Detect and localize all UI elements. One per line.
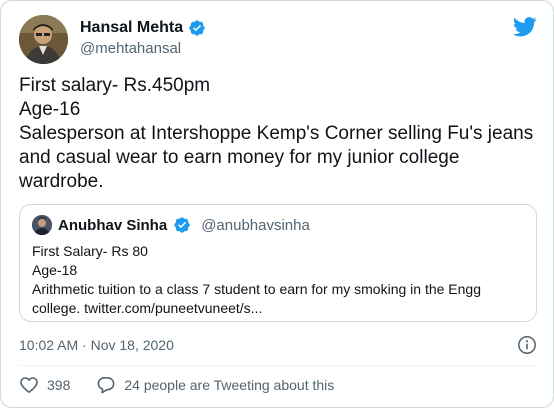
verified-badge-icon xyxy=(173,216,191,234)
author-name[interactable]: Hansal Mehta xyxy=(80,19,183,37)
quoted-author-name: Anubhav Sinha xyxy=(58,216,168,234)
tweet-line: wardrobe. xyxy=(19,171,104,192)
quoted-author-avatar xyxy=(32,215,52,235)
tweet-text: First salary- Rs.450pm Age-16 Salesperso… xyxy=(19,74,539,194)
quoted-line[interactable]: college. twitter.com/puneetvuneet/s... xyxy=(32,299,528,318)
twitter-bird-icon[interactable] xyxy=(513,17,537,37)
tweet-line: Salesperson at Intershoppe Kemp's Corner… xyxy=(19,123,534,144)
tweet-line: and casual wear to earn money for my jun… xyxy=(19,147,460,168)
tweet-actions: 398 24 people are Tweeting about this xyxy=(19,375,334,395)
quoted-line: Arithmetic tuition to a class 7 student … xyxy=(32,281,481,297)
speech-bubble-icon xyxy=(97,377,115,394)
tweet-line: First salary- Rs.450pm xyxy=(19,75,211,96)
verified-badge-icon xyxy=(188,19,206,37)
author-handle[interactable]: @mehtahansal xyxy=(80,40,206,57)
quoted-tweet-header: Anubhav Sinha @anubhavsinha xyxy=(32,215,310,235)
tweeting-about-text: 24 people are Tweeting about this xyxy=(124,377,335,393)
quoted-line: Age-18 xyxy=(32,262,78,278)
author-info: Hansal Mehta @mehtahansal xyxy=(80,19,206,57)
tweeting-about-link[interactable]: 24 people are Tweeting about this xyxy=(96,375,334,395)
divider xyxy=(19,365,537,366)
info-icon[interactable] xyxy=(517,335,537,355)
quoted-tweet-text: First Salary- Rs 80 Age-18 Arithmetic tu… xyxy=(32,242,528,318)
tweet-card: Hansal Mehta @mehtahansal First salary- … xyxy=(0,0,554,408)
tweet-timestamp[interactable]: 10:02 AM · Nov 18, 2020 xyxy=(19,337,174,353)
quoted-tweet[interactable]: Anubhav Sinha @anubhavsinha First Salary… xyxy=(19,204,537,322)
tweet-line: Age-16 xyxy=(19,99,81,120)
heart-icon xyxy=(20,377,38,393)
author-avatar[interactable] xyxy=(19,15,68,64)
timestamp-row: 10:02 AM · Nov 18, 2020 xyxy=(19,335,537,355)
quoted-author-handle: @anubhavsinha xyxy=(201,216,310,234)
like-button[interactable]: 398 xyxy=(19,375,70,395)
tweet-header: Hansal Mehta @mehtahansal xyxy=(19,15,537,65)
like-count: 398 xyxy=(47,377,71,393)
quoted-line: First Salary- Rs 80 xyxy=(32,243,148,259)
